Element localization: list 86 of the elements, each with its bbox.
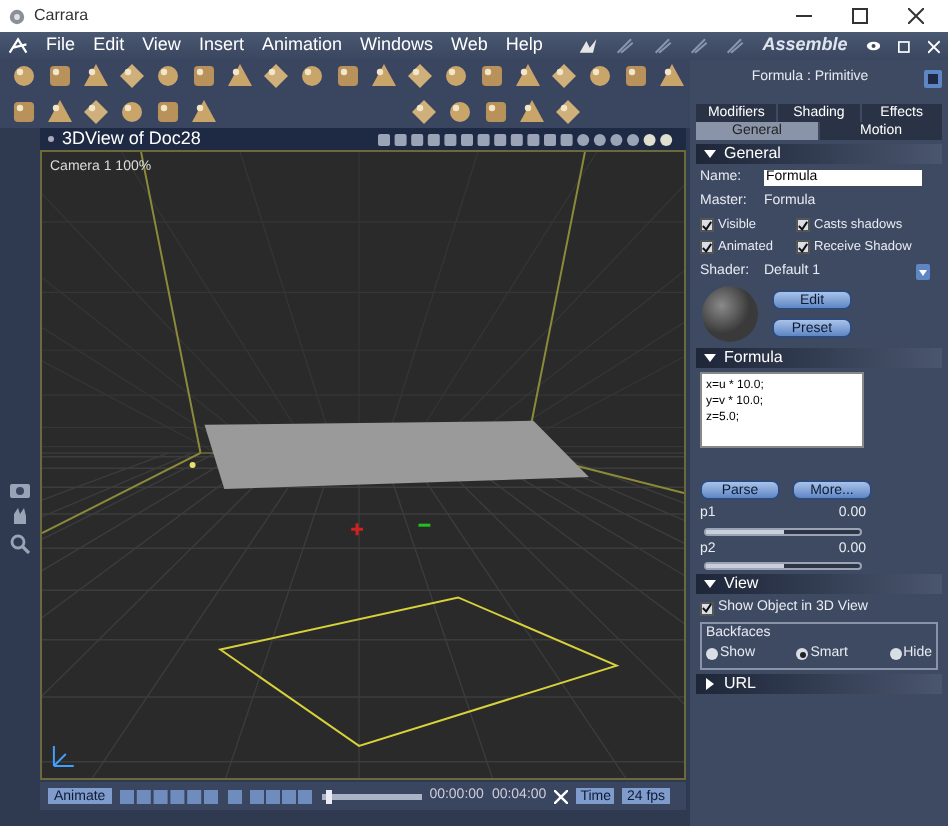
- tool-icon[interactable]: [80, 60, 112, 92]
- section-header[interactable]: General: [696, 144, 942, 164]
- menu-item[interactable]: File: [46, 32, 76, 60]
- tool-icon[interactable]: [440, 60, 472, 92]
- slider-track[interactable]: [704, 562, 862, 570]
- maximize-icon[interactable]: [852, 8, 868, 24]
- tool-icon[interactable]: [152, 96, 184, 128]
- hand-icon[interactable]: [10, 506, 30, 526]
- tool-icon[interactable]: [620, 60, 652, 92]
- menu-item[interactable]: Help: [505, 32, 543, 60]
- tool-icon[interactable]: [44, 96, 76, 128]
- section-header[interactable]: View: [696, 574, 942, 594]
- radio-button[interactable]: [889, 648, 902, 661]
- logo-icon: [8, 36, 29, 56]
- slider-track[interactable]: [704, 527, 862, 535]
- tool-icon[interactable]: [8, 60, 40, 92]
- tool-icon[interactable]: [224, 60, 256, 92]
- tool-icon[interactable]: [368, 60, 400, 92]
- tool-icon[interactable]: [116, 96, 148, 128]
- room-icon[interactable]: [653, 36, 672, 56]
- room-icon[interactable]: [726, 36, 745, 56]
- radio-button[interactable]: [796, 648, 809, 661]
- menu-item[interactable]: View: [142, 32, 181, 60]
- tool-icon[interactable]: [188, 60, 220, 92]
- loop-icon[interactable]: [227, 789, 242, 803]
- tool-icon[interactable]: [444, 96, 476, 128]
- room-label: Assemble: [762, 32, 848, 59]
- search-icon[interactable]: [10, 534, 30, 554]
- collapsed-triangle-icon: [704, 677, 716, 689]
- tool-icon[interactable]: [476, 60, 508, 92]
- menu-item[interactable]: Insert: [198, 32, 244, 60]
- tool-icon[interactable]: [404, 60, 436, 92]
- checkbox[interactable]: [700, 601, 714, 616]
- section-title: URL: [724, 671, 757, 695]
- tool-icon[interactable]: [516, 96, 548, 128]
- room-icon[interactable]: [616, 36, 636, 56]
- checkbox[interactable]: [796, 218, 810, 233]
- time-slider-track[interactable]: [321, 793, 422, 799]
- radio-button[interactable]: [706, 648, 718, 661]
- menu-item[interactable]: Edit: [93, 32, 125, 60]
- tool-icon[interactable]: [8, 96, 40, 128]
- tool-icon[interactable]: [512, 60, 544, 92]
- tool-icon[interactable]: [552, 96, 584, 128]
- transport-controls-drawing[interactable]: [119, 789, 220, 803]
- viewport-title: 3DView of Doc28: [62, 130, 201, 148]
- section-title: General: [724, 142, 781, 166]
- tool-icon[interactable]: [44, 60, 76, 92]
- app-icon: [8, 7, 26, 25]
- window-title: Carrara: [34, 4, 89, 28]
- checkbox[interactable]: [796, 240, 810, 255]
- eye-icon[interactable]: [865, 40, 881, 52]
- tool-icon[interactable]: [584, 60, 616, 92]
- keyframe-controls-drawing[interactable]: [249, 789, 314, 803]
- menu-item[interactable]: Web: [451, 32, 488, 60]
- expanded-triangle-icon: [704, 148, 716, 160]
- tool-icon[interactable]: [80, 96, 112, 128]
- tool-icon[interactable]: [152, 60, 184, 92]
- close-icon[interactable]: [908, 8, 924, 24]
- expanded-triangle-icon: [704, 352, 716, 364]
- section-header[interactable]: Formula: [696, 348, 942, 368]
- tool-icon[interactable]: [408, 96, 440, 128]
- tool-icon[interactable]: [188, 96, 220, 128]
- tool-icon[interactable]: [548, 60, 580, 92]
- camera-icon[interactable]: [10, 480, 30, 498]
- section-header[interactable]: URL: [696, 673, 942, 693]
- checkbox[interactable]: [700, 218, 714, 233]
- panel-menu-icon[interactable]: [924, 69, 942, 87]
- restore-icon[interactable]: [898, 39, 911, 53]
- tool-icon[interactable]: [296, 60, 328, 92]
- tool-icon[interactable]: [332, 60, 364, 92]
- tool-icon[interactable]: [260, 60, 292, 92]
- expanded-triangle-icon: [704, 578, 716, 590]
- menu-item[interactable]: Animation: [261, 32, 342, 60]
- section-title: Formula: [724, 346, 783, 370]
- shader-sphere-icon: [700, 284, 760, 344]
- time-slider-thumb[interactable]: [326, 789, 333, 803]
- menu-item[interactable]: Windows: [359, 32, 433, 60]
- hand-icon[interactable]: [578, 36, 599, 56]
- tool-icon[interactable]: [480, 96, 512, 128]
- checkbox[interactable]: [700, 240, 714, 255]
- tool-icon[interactable]: [116, 60, 148, 92]
- dropdown-icon[interactable]: [916, 263, 930, 280]
- tool-icon[interactable]: [656, 60, 688, 92]
- view-options-drawing[interactable]: [378, 131, 678, 147]
- section-title: View: [724, 572, 759, 596]
- room-icon[interactable]: [689, 36, 709, 56]
